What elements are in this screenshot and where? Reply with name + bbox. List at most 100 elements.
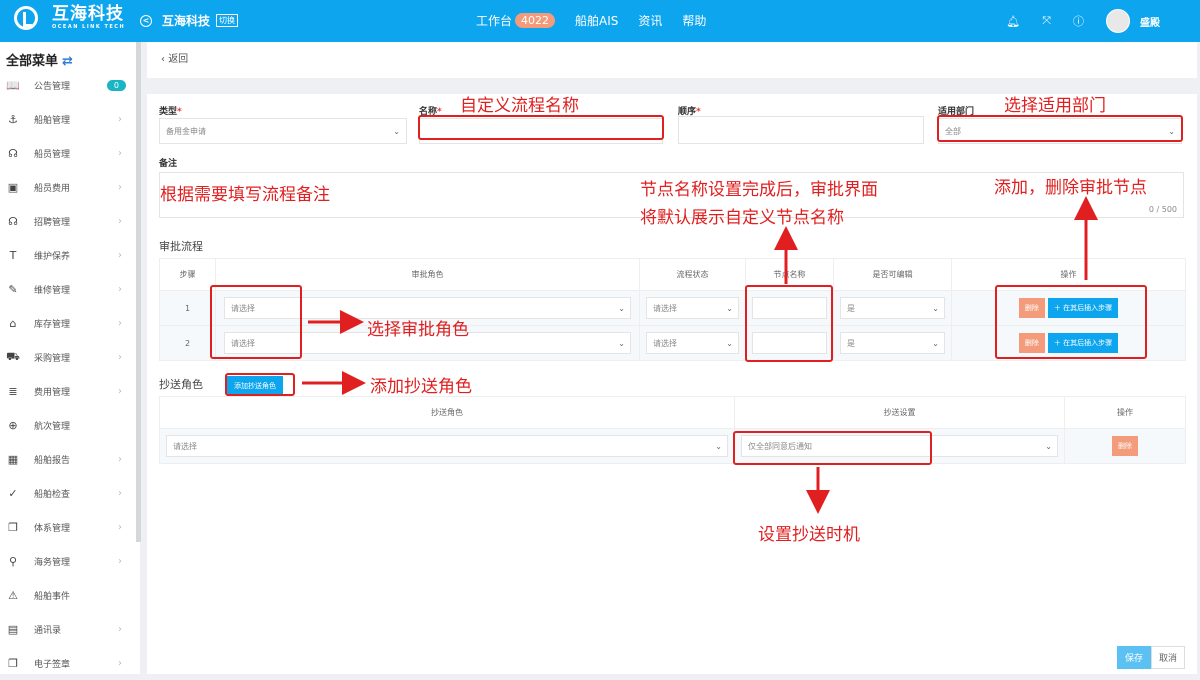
swap-icon[interactable]: ⇄ [62,54,73,69]
menu-icon: ⚲ [8,554,18,568]
editable-select[interactable]: 是 ⌄ [840,297,945,319]
status-select[interactable]: 请选择 ⌄ [646,297,739,319]
sidebar-item[interactable]: ✓ 船舶检查 › [0,476,136,510]
sidebar-item[interactable]: ☊ 船员管理 › [0,136,136,170]
type-label: 类型* [159,107,182,117]
sidebar-item[interactable]: ⚠ 船舶事件 [0,578,136,612]
back-bar: ‹ 返回 [147,42,1197,78]
sidebar-item-label: 船员管理 [34,149,71,160]
company-switcher: < 互海科技 切换 [140,12,239,29]
sidebar-item[interactable]: ≣ 费用管理 › [0,374,136,408]
sidebar-item[interactable]: ▤ 通讯录 › [0,612,136,646]
chevron-right-icon: › [118,181,122,193]
type-value: 备用金申请 [166,126,206,136]
col-editable: 是否可编辑 [833,258,952,291]
sidebar-item[interactable]: ⛟ 采购管理 › [0,340,136,374]
top-bar: 互海科技 OCEAN LINK TECH < 互海科技 切换 工作台 4022 … [0,0,1200,42]
menu-title: 全部菜单 ⇄ [6,50,73,69]
sidebar-item[interactable]: T 维护保养 › [0,238,136,272]
sidebar-item[interactable]: ❐ 电子签章 › [0,646,136,680]
menu-icon: ⊕ [8,418,18,432]
chevron-right-icon: › [118,351,122,363]
nav-help[interactable]: 帮助 [682,12,706,29]
sidebar-item[interactable]: ✎ 维修管理 › [0,272,136,306]
menu-icon: ❐ [8,520,18,534]
back-link[interactable]: ‹ 返回 [161,54,188,65]
sidebar-item-label: 库存管理 [34,319,71,330]
sidebar: 全部菜单 ⇄ 📖 公告管理 0 ⚓ 船舶管理 › ☊ 船员管理 › ▣ 船员费用 › ☊ 招聘管理 › T 维护保… [0,42,140,674]
menu-icon: ✓ [8,486,18,500]
chevron-right-icon: › [118,215,122,227]
sidebar-item[interactable]: ▣ 船员费用 › [0,170,136,204]
chevron-down-icon: ⌄ [1045,441,1052,451]
bell-icon[interactable]: 🔔︎ [1006,15,1020,28]
step-number: 2 [159,325,216,361]
editable-select[interactable]: 是 ⌄ [840,332,945,354]
save-button[interactable]: 保存 [1116,646,1151,669]
chevron-right-icon: › [118,487,122,499]
help-icon[interactable]: ⓘ [1073,13,1084,29]
type-select[interactable]: 备用金申请 ⌄ [159,118,407,144]
sidebar-item-label: 船舶管理 [34,115,71,126]
sidebar-item[interactable]: ❐ 体系管理 › [0,510,136,544]
annotation-node-1: 节点名称设置完成后，审批界面 [640,180,878,200]
workbench-badge: 4022 [515,13,556,28]
chevron-down-icon: ⌄ [393,126,400,136]
status-value: 请选择 [653,338,677,348]
top-nav: 工作台 4022 船舶AIS 资讯 帮助 [476,12,726,29]
nav-ship-ais[interactable]: 船舶AIS [575,12,618,29]
order-input[interactable] [678,116,924,144]
switch-company-button[interactable]: 切换 [216,14,239,27]
menu-icon: ☊ [8,214,18,228]
sidebar-item[interactable]: ⌂ 库存管理 › [0,306,136,340]
menu-icon: ≣ [8,384,18,398]
annotation-cc-add: 添加抄送角色 [370,377,472,397]
chevron-down-icon: ⌄ [726,338,733,348]
annotation-role: 选择审批角色 [367,320,469,340]
menu-icon: ❐ [8,656,18,670]
annotation-cc-timing: 设置抄送时机 [758,525,860,545]
sidebar-item[interactable]: ⚲ 海务管理 › [0,544,136,578]
nav-workbench[interactable]: 工作台 [476,12,512,29]
col-step: 步骤 [159,258,216,291]
sidebar-item-label: 船员费用 [34,183,71,194]
chevron-right-icon: › [118,623,122,635]
menu-icon: ▦ [7,452,19,466]
logo-subtitle: OCEAN LINK TECH [52,24,126,30]
sidebar-scrollbar[interactable] [136,42,141,542]
chevron-right-icon: › [118,317,122,329]
back-circle-icon[interactable]: < [140,14,152,27]
sidebar-item[interactable]: ▦ 船舶报告 › [0,442,136,476]
sidebar-item[interactable]: 📖 公告管理 0 [0,68,136,102]
nav-news[interactable]: 资讯 [638,12,662,29]
step-number: 1 [159,290,216,326]
sidebar-item[interactable]: ⚓ 船舶管理 › [0,102,136,136]
highlight-role [210,285,302,359]
cc-row: 请选择 ⌄ 仅全部同意后通知 ⌄ 删除 [159,428,1186,464]
cancel-button[interactable]: 取消 [1150,646,1185,669]
delete-cc-button[interactable]: 删除 [1112,436,1138,456]
sidebar-item-label: 费用管理 [34,387,71,398]
sidebar-item[interactable]: ☊ 招聘管理 › [0,204,136,238]
menu-icon: ⌂ [9,316,17,330]
annotation-dept: 选择适用部门 [1004,96,1106,116]
username[interactable]: 盛殿 [1140,14,1160,29]
cc-role-select[interactable]: 请选择 ⌄ [166,435,728,457]
sidebar-item[interactable]: ⊕ 航次管理 [0,408,136,442]
status-select[interactable]: 请选择 ⌄ [646,332,739,354]
fullscreen-icon[interactable]: ⤧ [1042,14,1051,28]
chevron-down-icon: ⌄ [932,338,939,348]
remark-counter: 0 / 500 [1148,205,1177,214]
chevron-right-icon: › [118,657,122,669]
sidebar-item-label: 采购管理 [34,353,71,364]
menu-icon: ⛟ [6,349,20,363]
avatar[interactable] [1106,9,1130,33]
remark-label: 备注 [159,159,178,169]
logo[interactable]: 互海科技 OCEAN LINK TECH [14,6,125,30]
annotation-ops: 添加，删除审批节点 [994,178,1147,198]
chevron-down-icon: ⌄ [618,303,625,313]
sidebar-menu: 📖 公告管理 0 ⚓ 船舶管理 › ☊ 船员管理 › ▣ 船员费用 › ☊ 招聘管理 › T 维护保养 › ✎ 维修管… [0,68,136,680]
chevron-right-icon: › [118,283,122,295]
sidebar-item-label: 船舶事件 [34,591,71,602]
menu-icon: ▣ [7,180,19,194]
